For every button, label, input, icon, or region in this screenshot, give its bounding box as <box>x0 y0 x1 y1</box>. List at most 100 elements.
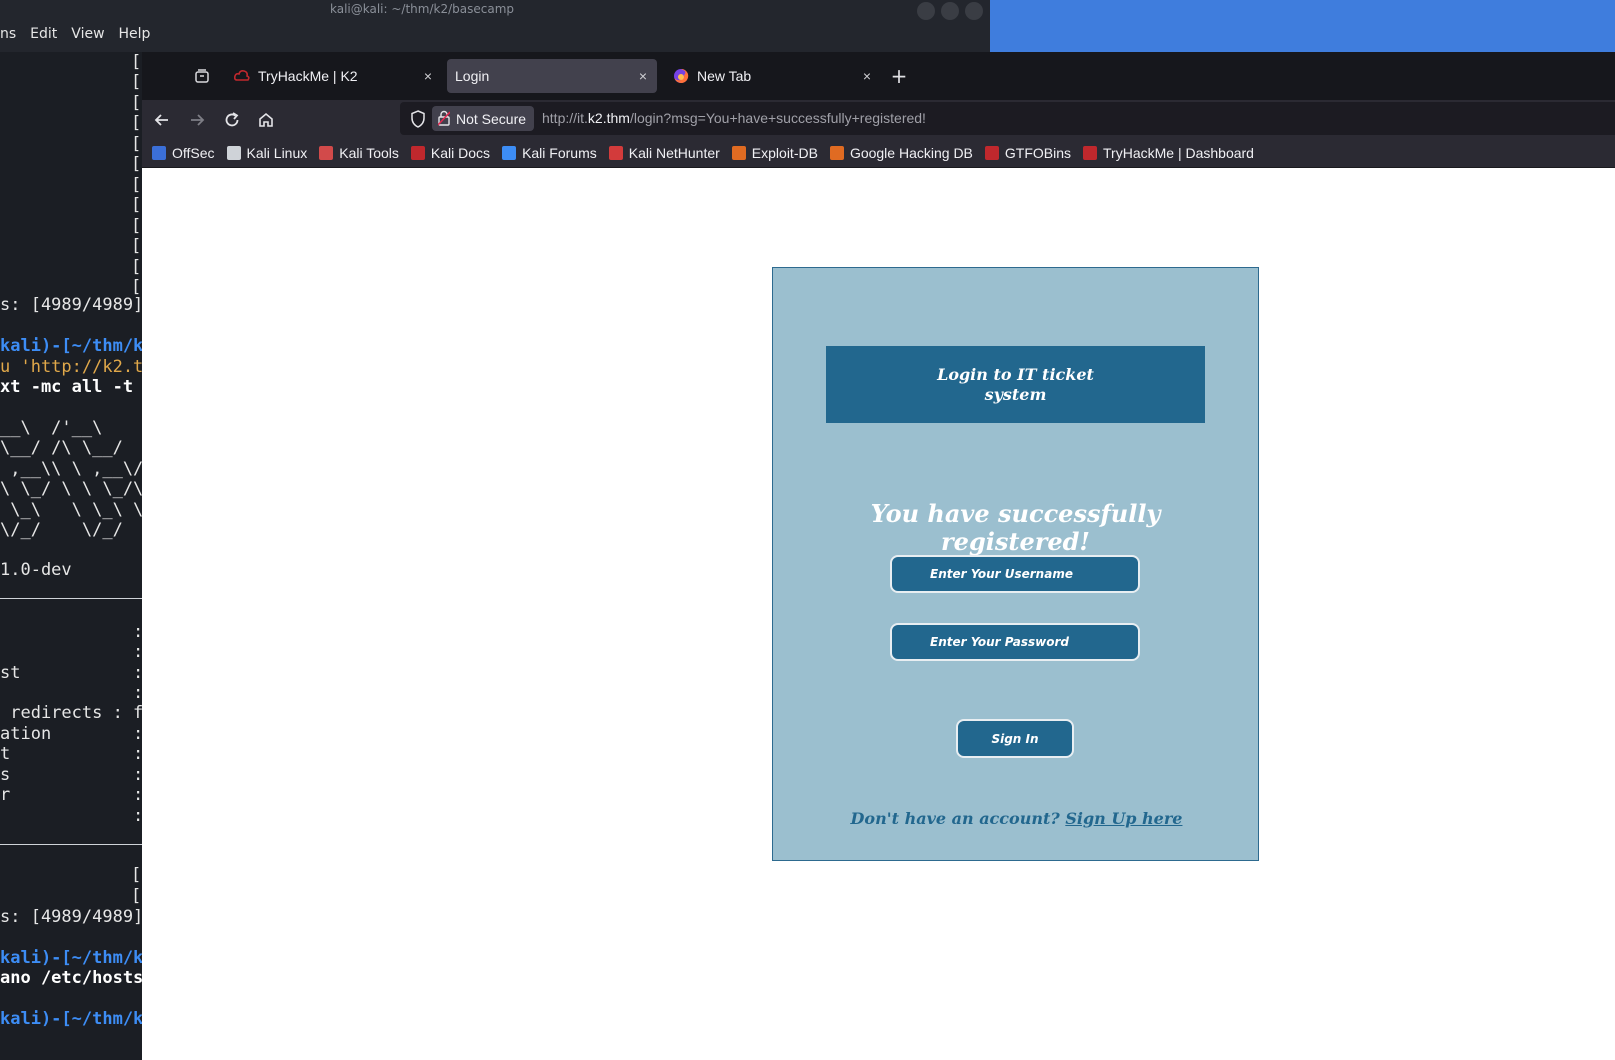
bookmark-label: TryHackMe | Dashboard <box>1103 144 1254 161</box>
bookmark-label: Kali Linux <box>246 144 308 161</box>
bookmark-label: Kali NetHunter <box>628 144 720 161</box>
tryhackme-icon <box>1083 145 1098 160</box>
url-path: /login?msg=You+have+successfully+registe… <box>629 110 926 126</box>
bookmark-label: GTFOBins <box>1004 144 1072 161</box>
bookmark-label: OffSec <box>172 144 215 161</box>
terminal-line: : Re <box>0 806 142 827</box>
terminal-command: u 'http://k2.th <box>0 357 142 377</box>
url-prefix: http://it. <box>542 110 588 126</box>
terminal-line: [ <box>131 175 142 195</box>
terminal-line: [ <box>131 52 142 72</box>
kali-dragon-icon <box>226 145 241 160</box>
tab-overview-icon[interactable] <box>192 66 212 86</box>
terminal-line: : ht <box>0 642 142 663</box>
bookmark-kali-forums[interactable]: Kali Forums <box>502 145 597 161</box>
ascii-art-line: \ \_/ \ \ \_/\ <box>0 479 142 499</box>
terminal-line: [ <box>131 195 142 215</box>
bookmark-offsec[interactable]: OffSec <box>152 145 215 161</box>
minimize-button[interactable] <box>917 2 935 20</box>
not-secure-label: Not Secure <box>456 110 527 127</box>
nethunter-icon <box>608 145 623 160</box>
ghdb-icon <box>829 145 844 160</box>
signup-prompt: Don't have an account? Sign Up here <box>773 809 1260 828</box>
terminal-line: st : FU <box>0 663 142 683</box>
terminal-line: r : Re <box>0 785 142 805</box>
desktop-background <box>990 0 1615 52</box>
bookmark-tryhackme-dashboard[interactable]: TryHackMe | Dashboard <box>1083 145 1254 161</box>
tryhackme-icon <box>234 68 250 84</box>
terminal-separator <box>0 844 142 845</box>
terminal-line: 1.0-dev <box>0 560 72 580</box>
username-input[interactable] <box>890 555 1140 593</box>
login-title: Login to IT ticket system <box>937 364 1094 404</box>
close-tab-icon[interactable]: × <box>639 68 647 84</box>
terminal-menu-view[interactable]: View <box>71 26 104 48</box>
tab-label: TryHackMe | K2 <box>258 68 358 84</box>
terminal-prompt: kali)-[~/thm/k2 <box>0 948 142 968</box>
terminal-line: [ <box>131 865 142 885</box>
terminal-separator <box>0 598 142 599</box>
terminal-line: [ <box>131 113 142 133</box>
close-tab-icon[interactable]: × <box>424 68 432 84</box>
back-arrow-icon[interactable] <box>151 109 173 131</box>
maximize-button[interactable] <box>941 2 959 20</box>
forward-arrow-icon[interactable] <box>186 109 208 131</box>
tab-tryhackme-k2[interactable]: TryHackMe | K2 × <box>224 59 442 93</box>
login-header: Login to IT ticket system <box>826 346 1205 423</box>
sign-up-link[interactable]: Sign Up here <box>1065 809 1182 828</box>
terminal-line: [ <box>131 257 142 277</box>
close-window-button[interactable] <box>965 2 983 20</box>
terminal-line: [ <box>131 154 142 174</box>
bookmark-kali-docs[interactable]: Kali Docs <box>410 145 490 161</box>
terminal-window-title: kali@kali: ~/thm/k2/basecamp <box>330 2 515 16</box>
login-card: Login to IT ticket system You have succe… <box>772 267 1259 861</box>
exploit-db-icon <box>731 145 746 160</box>
bookmark-kali-linux[interactable]: Kali Linux <box>226 144 308 161</box>
terminal-line: ation : fa <box>0 724 142 744</box>
bookmark-exploit-db[interactable]: Exploit-DB <box>731 145 818 161</box>
terminal-titlebar: kali@kali: ~/thm/k2/basecamp ns Edit Vie… <box>0 0 990 55</box>
bookmark-gtfobins[interactable]: GTFOBins <box>984 144 1072 161</box>
close-tab-icon[interactable]: × <box>863 68 871 84</box>
ascii-art-line: ,__\\ \ ,__\/\ <box>0 459 142 479</box>
bookmark-google-hacking-db[interactable]: Google Hacking DB <box>829 144 973 161</box>
terminal-line: t : 10 <box>0 744 142 764</box>
url-host: k2.thm <box>587 110 630 126</box>
password-input[interactable] <box>890 623 1140 661</box>
bookmark-label: Google Hacking DB <box>849 144 973 161</box>
tab-login[interactable]: Login × <box>447 59 657 93</box>
terminal-menu-help[interactable]: Help <box>119 26 151 48</box>
terminal-command: ano /etc/hosts <box>0 968 142 988</box>
site-security-indicator[interactable]: Not Secure <box>432 106 535 131</box>
address-bar[interactable]: Not Secure http://it.k2.thm/login?msg=Yo… <box>400 102 1615 135</box>
tab-bar: TryHackMe | K2 × Login × New Tab × + <box>142 52 1615 100</box>
home-icon[interactable] <box>255 109 277 131</box>
terminal-line: [ <box>131 236 142 256</box>
bookmark-label: Kali Tools <box>339 144 399 161</box>
bookmark-kali-nethunter[interactable]: Kali NetHunter <box>608 144 720 161</box>
terminal-line: [ <box>131 72 142 92</box>
firefox-icon <box>673 68 689 84</box>
browser-window: TryHackMe | K2 × Login × New Tab × + Not… <box>142 52 1615 1060</box>
bookmark-kali-tools[interactable]: Kali Tools <box>319 145 399 161</box>
page-content: Login to IT ticket system You have succe… <box>142 169 1615 1060</box>
terminal-window-controls <box>917 2 989 24</box>
tab-new-tab[interactable]: New Tab × <box>663 59 881 93</box>
sign-in-button[interactable]: Sign In <box>956 719 1074 758</box>
bookmark-label: Kali Forums <box>522 144 597 161</box>
kali-docs-icon <box>410 145 425 160</box>
terminal-menu-edit[interactable]: Edit <box>30 26 57 48</box>
tab-label: Login <box>455 68 490 84</box>
reload-icon[interactable] <box>221 109 243 131</box>
ascii-art-line: \__/ /\ \__/ _ <box>0 438 142 458</box>
terminal-line: s: [4989/4989] <box>0 907 142 927</box>
url-text[interactable]: http://it.k2.thm/login?msg=You+have+succ… <box>542 110 926 126</box>
gtfobins-icon <box>984 145 999 160</box>
offsec-icon <box>152 145 166 160</box>
tracking-protection-shield-icon[interactable] <box>410 110 426 128</box>
new-tab-button[interactable]: + <box>887 64 911 88</box>
terminal-menubar: ns Edit View Help <box>0 26 150 48</box>
terminal-menu-item[interactable]: ns <box>0 26 16 48</box>
terminal-output[interactable]: [ [ [ [ [ [ [ [ [ [ [ [ s: [4989/4989] k… <box>0 52 142 1060</box>
insecure-lock-icon <box>437 110 451 126</box>
